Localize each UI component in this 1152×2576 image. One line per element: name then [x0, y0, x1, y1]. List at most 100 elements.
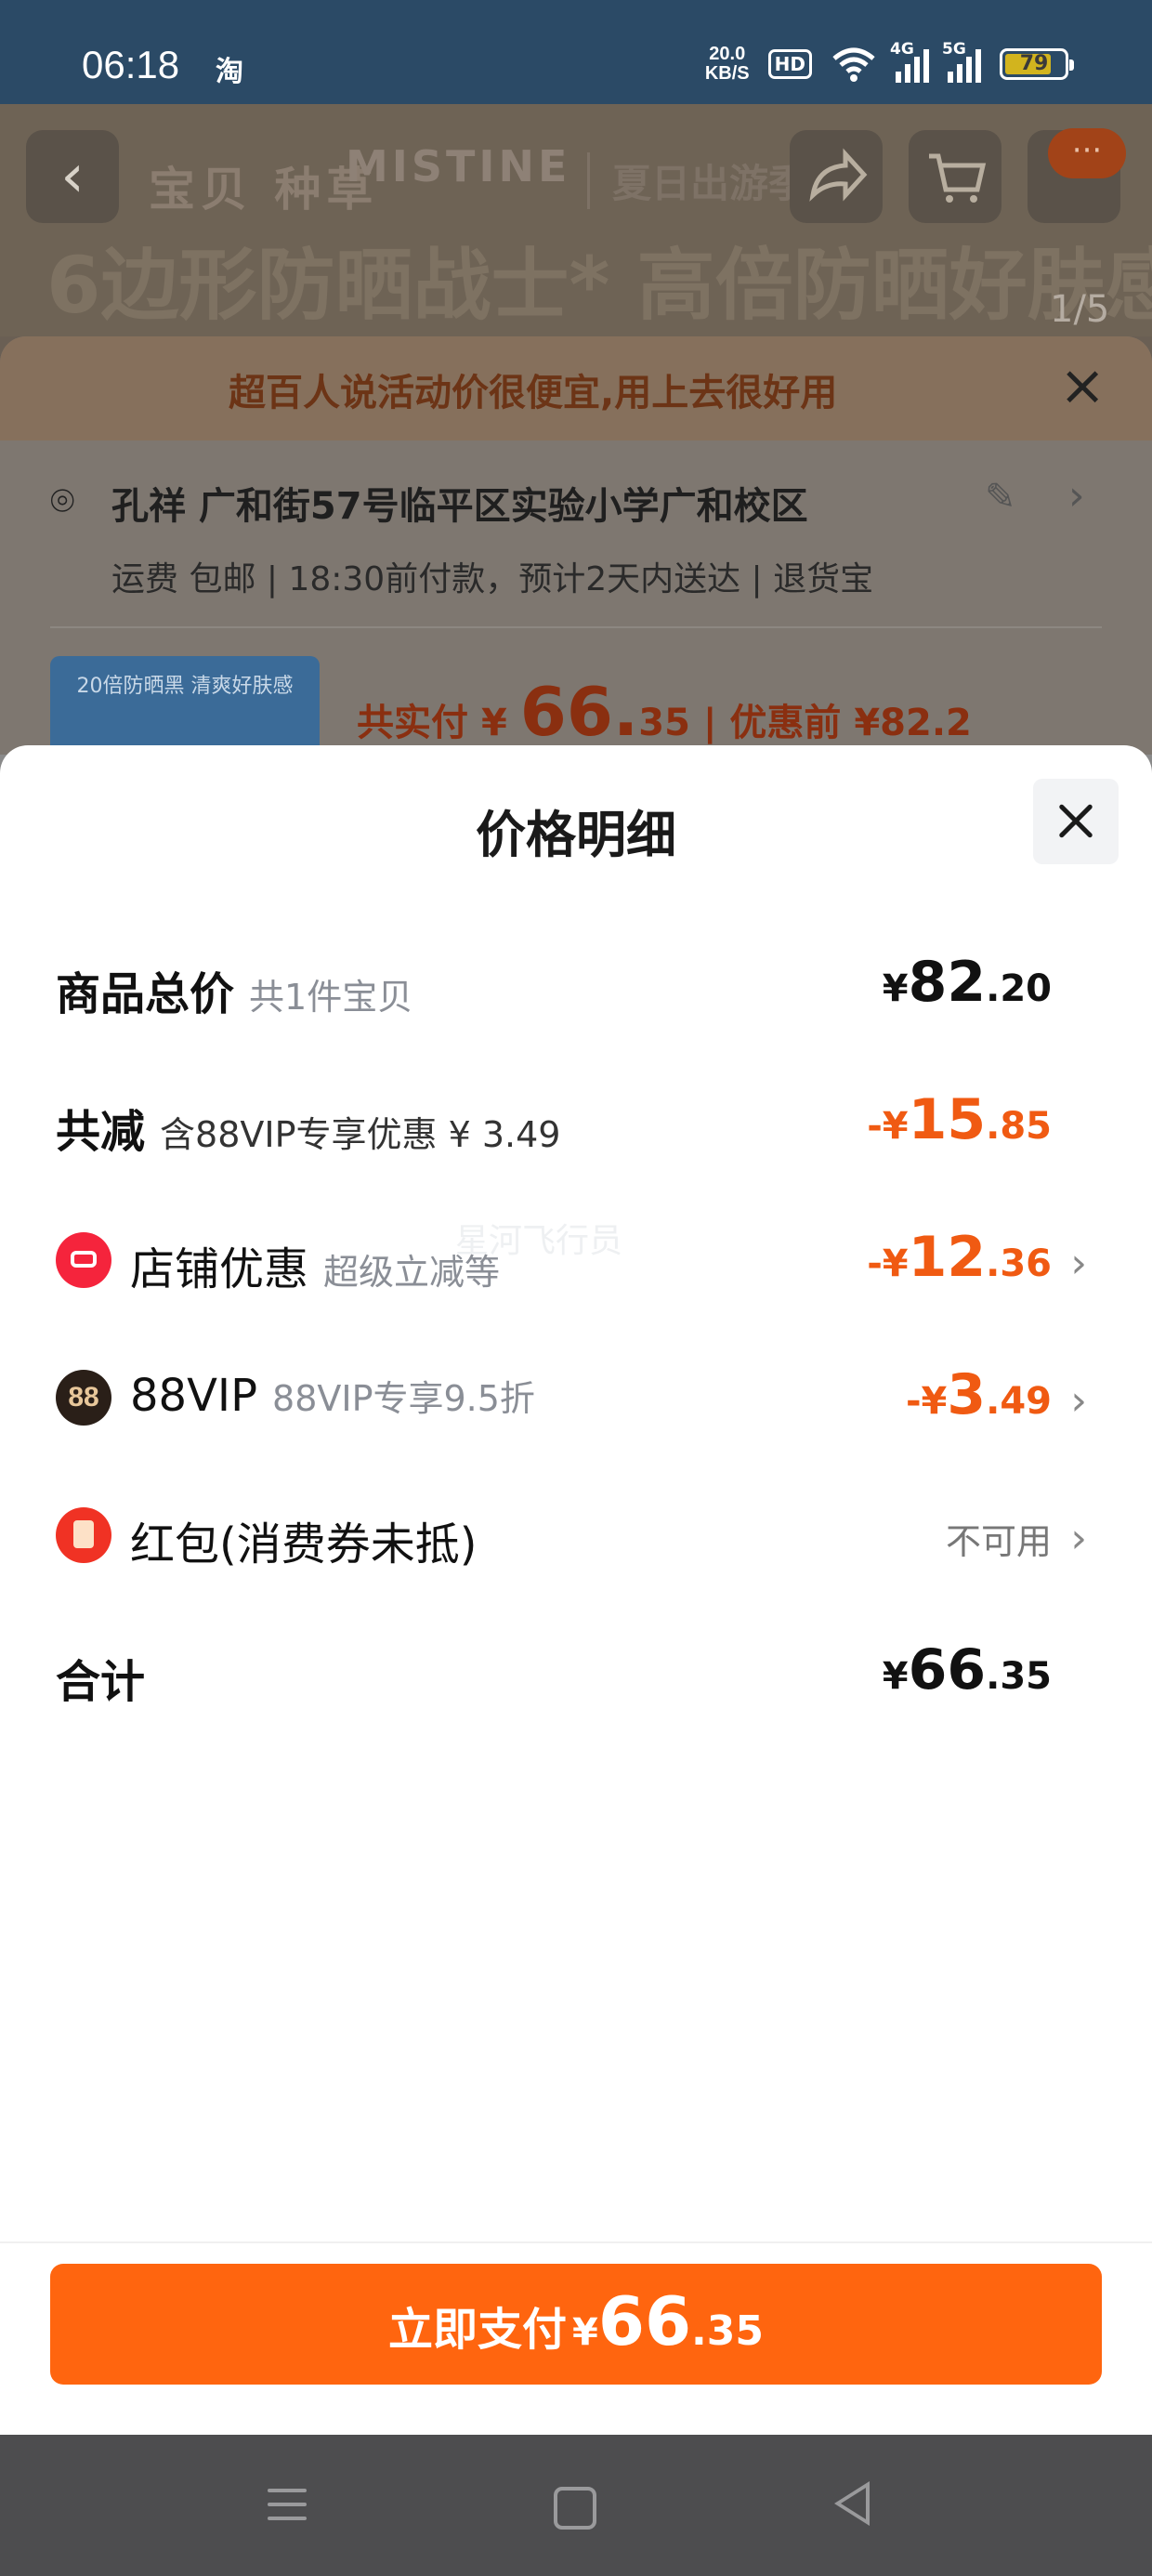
red-packet-status: 不可用 [945, 1521, 1052, 1562]
product-page-dimmed: ‹ 宝贝 种草 MISTINE 夏日出游季 ··· 6边形防晒战士* 高倍防晒好… [0, 104, 1152, 755]
shipping-info: 运费 包邮 | 18:30前付款，预计2天内送达 | 退货宝 [111, 560, 874, 598]
red-packet-label: 红包(消费券未抵) [130, 1518, 478, 1571]
network-speed: 20.0 KB/S [705, 45, 750, 84]
price-dec: .35 [986, 1655, 1052, 1698]
price-int: 66 [908, 1637, 987, 1702]
pay-button-dec: .35 [691, 2307, 764, 2355]
product-slogan: 6边形防晒战士* 高倍防晒好肤感 [46, 240, 1152, 331]
row-shop-discount[interactable]: 店铺优惠 超级立减等 -¥12.36 › [0, 1212, 1152, 1305]
signal-4g-label: 4G [890, 40, 914, 59]
total-pay-currency: ¥ [480, 702, 507, 744]
row-label: 88VIP 88VIP专享9.5折 [130, 1370, 535, 1422]
product-header: ‹ 宝贝 种草 MISTINE 夏日出游季 ··· 6边形防晒战士* 高倍防晒好… [0, 104, 1152, 336]
vip-discount-amount: -¥3.49 [906, 1362, 1052, 1427]
battery-icon: 79 [1000, 48, 1074, 80]
product-total-label: 商品总价 [56, 968, 235, 1020]
shop-discount-amount: -¥12.36 [867, 1225, 1052, 1290]
shop-icon [56, 1232, 111, 1288]
product-count: 共1件宝贝 [249, 977, 413, 1018]
price-int: 3 [947, 1362, 987, 1427]
nav-back-icon[interactable] [834, 2481, 870, 2526]
price-dec: .20 [986, 967, 1052, 1010]
price-int: 82 [908, 950, 987, 1015]
signal-5g-label: 5G [942, 40, 966, 59]
pay-button-currency: ¥ [572, 2311, 598, 2354]
price-dec: .36 [986, 1242, 1052, 1285]
row-sum: 合计 ¥66.35 [0, 1624, 1152, 1717]
tip-text: 超百人说活动价很便宜,用上去很好用 [229, 372, 838, 414]
product-tabs[interactable]: 宝贝 种草 [149, 152, 378, 219]
promo-text: 夏日出游季 [587, 152, 807, 209]
price-currency: ¥ [882, 1655, 909, 1698]
chevron-right-icon[interactable]: › [1070, 1377, 1087, 1425]
vip-label: 88VIP [130, 1370, 258, 1422]
vip-sub: 88VIP专享9.5折 [272, 1378, 535, 1419]
status-indicators: 20.0 KB/S HD 4G 5G 79 [705, 40, 1074, 87]
delivery-address[interactable]: 孔祥 广和街57号临平区实验小学广和校区 [111, 476, 808, 530]
nav-home-icon[interactable] [554, 2487, 596, 2530]
edit-icon[interactable]: ✎ [985, 476, 1016, 519]
order-card: 超百人说活动价很便宜,用上去很好用 × ⌾ 孔祥 广和街57号临平区实验小学广和… [0, 336, 1152, 755]
product-thumbnail: 20倍防晒黑 清爽好肤感 [50, 656, 320, 755]
battery-level: 79 [1019, 52, 1049, 75]
network-speed-value: 20.0 [709, 44, 746, 64]
divider [50, 626, 1102, 628]
vip-icon: 88 [56, 1370, 111, 1426]
signal-5g-icon: 5G [942, 40, 981, 83]
thumbnail-text: 20倍防晒黑 清爽好肤感 [76, 675, 294, 698]
total-discount-label: 共减 [56, 1106, 146, 1158]
row-red-packet[interactable]: 红包(消费券未抵) 不可用 › [0, 1487, 1152, 1580]
signal-4g-icon: 4G [890, 40, 929, 83]
price-currency: -¥ [867, 1242, 909, 1285]
total-pay-dec: 35 [638, 702, 690, 744]
status-bar: 06:18 淘 20.0 KB/S HD 4G 5G 79 [0, 0, 1152, 104]
shop-discount-sub: 超级立减等 [323, 1252, 501, 1293]
location-icon: ⌾ [50, 478, 75, 525]
nav-menu-icon[interactable] [268, 2489, 307, 2530]
price-currency: ¥ [882, 967, 909, 1010]
share-icon[interactable] [790, 130, 883, 223]
total-pay-label: 共实付 [357, 702, 468, 744]
sum-amount: ¥66.35 [883, 1637, 1052, 1702]
message-badge: ··· [1048, 128, 1126, 178]
status-time: 06:18 [82, 43, 180, 86]
taobao-app-icon: 淘 [216, 56, 243, 88]
price-dec: .85 [986, 1105, 1052, 1148]
footer-divider [0, 2241, 1152, 2243]
sheet-title: 价格明细 [476, 806, 676, 864]
back-icon[interactable]: ‹ [26, 130, 119, 223]
red-packet-icon [56, 1507, 111, 1563]
price-before-discount: | 优惠前 ¥82.2 [702, 702, 972, 744]
close-icon[interactable] [1033, 779, 1119, 864]
chevron-right-icon[interactable]: › [1070, 1515, 1087, 1562]
total-pay-summary: 共实付 ¥ 66.35 | 优惠前 ¥82.2 [357, 673, 972, 751]
tip-banner: 超百人说活动价很便宜,用上去很好用 × [0, 336, 1152, 440]
row-label: 店铺优惠 超级立减等 [130, 1232, 500, 1297]
row-product-total: 商品总价 共1件宝贝 ¥82.20 [0, 937, 1152, 1030]
brand-logo: MISTINE [346, 141, 571, 191]
pay-button-int: 66 [597, 2282, 692, 2360]
shop-discount-label: 店铺优惠 [130, 1243, 309, 1295]
price-dec: .49 [986, 1380, 1052, 1423]
wifi-icon [832, 47, 875, 82]
vip-discount-note: 含88VIP专享优惠 ¥ 3.49 [160, 1114, 561, 1155]
product-total-price: ¥82.20 [883, 950, 1052, 1015]
price-currency: -¥ [905, 1380, 948, 1423]
image-counter: 1/5 [1050, 288, 1110, 331]
pay-button-label: 立即支付 [387, 2304, 567, 2356]
total-discount-amount: -¥15.85 [867, 1087, 1052, 1152]
chevron-right-icon[interactable]: › [1068, 472, 1085, 519]
row-label: 共减 含88VIP专享优惠 ¥ 3.49 [56, 1095, 560, 1160]
pay-now-button[interactable]: 立即支付 ¥ 66 .35 [50, 2264, 1102, 2385]
close-icon[interactable]: × [1059, 353, 1106, 418]
price-int: 12 [908, 1225, 987, 1290]
price-detail-sheet: 价格明细 星河飞行员 商品总价 共1件宝贝 ¥82.20 共减 含88VIP专享优惠… [0, 745, 1152, 2435]
sum-label: 合计 [56, 1656, 146, 1708]
row-vip-discount[interactable]: 88 88VIP 88VIP专享9.5折 -¥3.49 › [0, 1349, 1152, 1442]
system-nav-bar [0, 2435, 1152, 2576]
row-label: 商品总价 共1件宝贝 [56, 957, 412, 1022]
cart-icon[interactable] [909, 130, 1001, 223]
chevron-right-icon[interactable]: › [1070, 1240, 1087, 1287]
price-currency: -¥ [867, 1105, 909, 1148]
total-pay-int: 66. [519, 673, 639, 751]
